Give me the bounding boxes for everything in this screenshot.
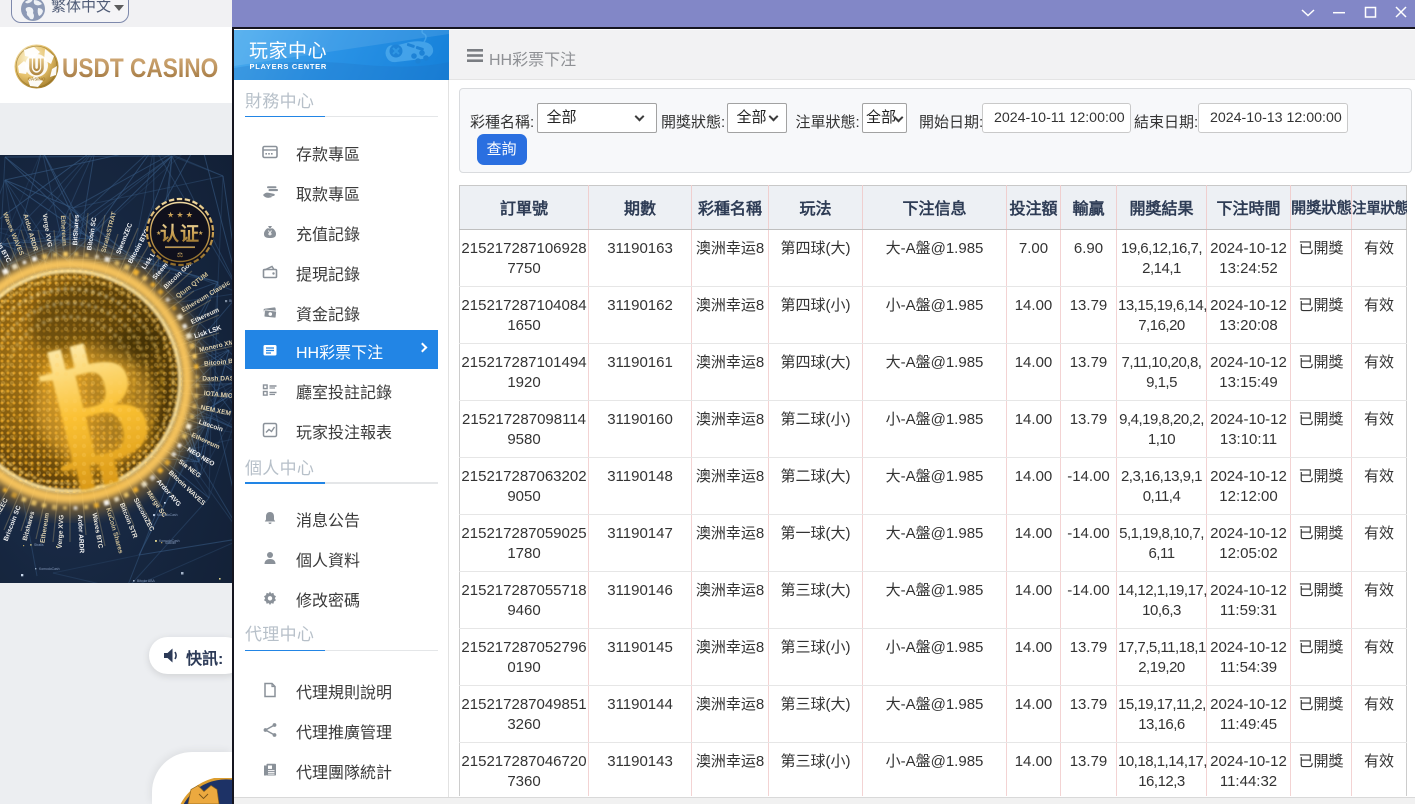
svg-text:★: ★ [156,230,161,237]
svg-text:CASINO: CASINO [28,77,46,82]
svg-text:★: ★ [198,230,203,237]
svg-text:⚖: ⚖ [177,251,183,259]
svg-text:Dash DASH: Dash DASH [202,376,232,383]
svg-text:认证: 认证 [160,222,200,245]
svg-text:KomodoCash: KomodoCash [39,567,60,571]
svg-text:★ ★ ★: ★ ★ ★ [167,211,193,220]
svg-text:¥: ¥ [268,230,272,237]
svg-text:KomodoCash: KomodoCash [159,539,180,543]
